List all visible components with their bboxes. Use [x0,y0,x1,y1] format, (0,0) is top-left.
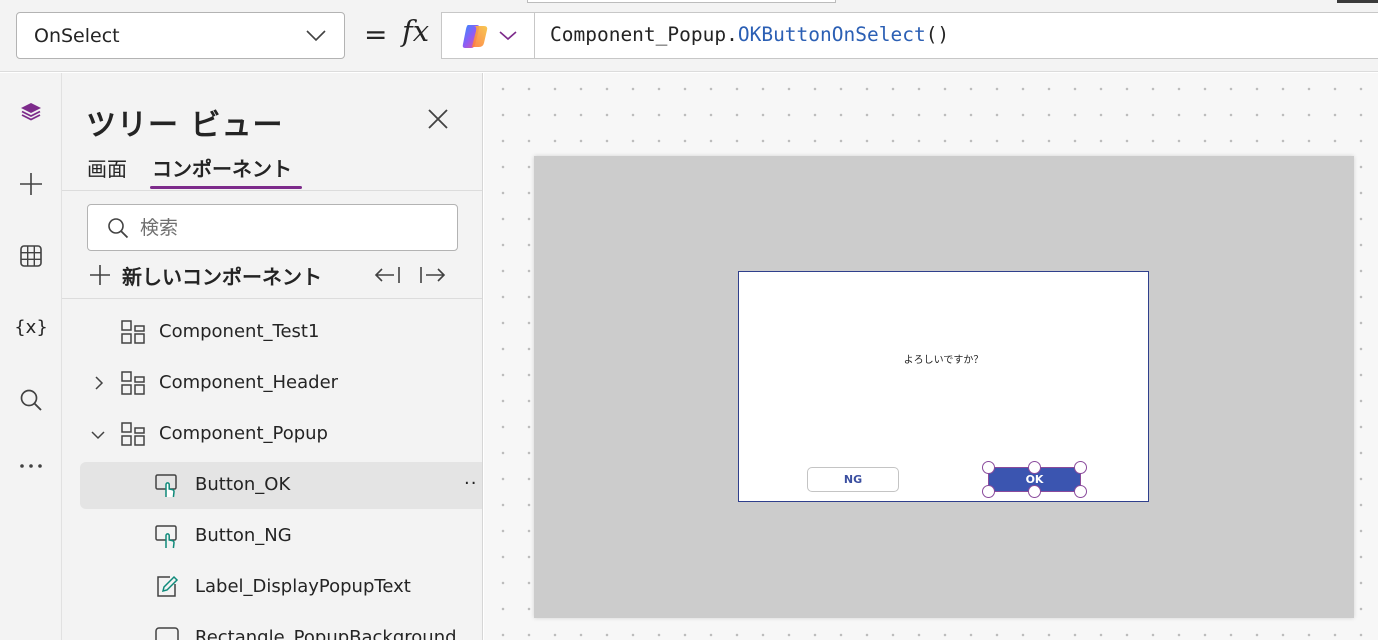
component-icon [121,320,145,344]
chevron-down-icon [498,30,517,40]
panel-title: ツリー ビュー [86,108,284,143]
property-dropdown[interactable]: OnSelect [16,12,345,59]
tree-item-component-header[interactable]: Component_Header [80,360,482,407]
fx-icon[interactable]: fx [402,14,429,48]
resize-handle-bottom-right[interactable] [1074,485,1087,498]
resize-handle-bottom[interactable] [1028,485,1041,498]
table-icon [20,245,42,267]
layers-icon [21,103,41,121]
chevron-down-icon[interactable] [91,428,105,442]
design-canvas[interactable]: よろしいですか？ NG OK [484,73,1378,640]
formula-input[interactable]: Component_Popup.OKButtonOnSelect() [441,12,1378,59]
tab-components[interactable]: コンポーネント [152,153,292,182]
expand-all-icon[interactable] [418,263,448,287]
resize-handle-top-right[interactable] [1074,461,1087,474]
chevron-down-icon [306,29,326,41]
tree-item-label-displaypopuptext[interactable]: Label_DisplayPopupText [80,564,482,611]
component-icon [121,371,145,395]
formula-object: Component_Popup. [550,23,738,46]
copilot-icon [462,24,487,48]
left-rail: {x} [0,73,62,640]
tree-item-component-test1[interactable]: Component_Test1 [80,309,482,356]
tree-item-label: Component_Header [159,372,339,393]
tree-item-component-popup[interactable]: Component_Popup [80,411,482,458]
divider [62,190,482,191]
more-options-icon[interactable]: ·· [464,473,477,494]
tree-item-label: Component_Popup [159,423,328,444]
toolbar-edge [527,0,836,3]
ng-button[interactable]: NG [807,467,899,492]
formula-args: () [925,23,950,46]
formula-text[interactable]: Component_Popup.OKButtonOnSelect() [550,23,949,46]
rail-variables[interactable]: {x} [0,307,62,347]
rail-data[interactable] [0,236,62,276]
plus-icon [20,173,42,195]
variables-icon: {x} [14,316,48,338]
resize-handle-top-left[interactable] [982,461,995,474]
search-icon [20,389,42,411]
toolbar-edge-dark [1337,0,1378,3]
tab-screens[interactable]: 画面 [87,153,127,182]
property-value: OnSelect [34,24,120,47]
tree-view-panel: ツリー ビュー 画面 コンポーネント 新しいコンポーネント Component_… [62,73,483,640]
collapse-all-icon[interactable] [372,263,402,287]
tree-item-label: Label_DisplayPopupText [195,576,411,597]
rail-more[interactable] [0,446,62,486]
tree-item-rectangle-popupbackground[interactable]: Rectangle_PopupBackground [80,615,482,640]
chevron-right-icon[interactable] [92,376,106,390]
tree-item-label: Rectangle_PopupBackground [195,627,457,640]
rail-tree-view[interactable] [0,92,62,132]
close-icon[interactable] [426,107,450,131]
divider [62,298,482,299]
button-icon [155,474,177,498]
rail-insert[interactable] [0,164,62,204]
resize-handle-top[interactable] [1028,461,1041,474]
plus-icon [90,265,110,285]
new-component-label: 新しいコンポーネント [122,264,322,289]
formula-bar: OnSelect = fx Component_Popup.OKButtonOn… [0,0,1378,72]
search-input[interactable] [140,216,440,239]
rail-search[interactable] [0,380,62,420]
tree-item-label: Button_OK [195,474,291,495]
popup-background[interactable]: よろしいですか？ NG OK [738,271,1149,502]
tree-item-button-ng[interactable]: Button_NG [80,513,482,560]
new-component-button[interactable]: 新しいコンポーネント [88,260,322,290]
label-icon [157,575,179,597]
active-tab-indicator [150,186,302,189]
popup-message[interactable]: よろしいですか？ [739,351,1148,366]
resize-handle-bottom-left[interactable] [982,485,995,498]
button-icon [155,525,177,549]
equals-sign: = [364,18,388,51]
copilot-button[interactable] [442,13,535,58]
formula-function: OKButtonOnSelect [737,23,926,46]
component-icon [121,422,145,446]
search-icon [108,217,129,238]
search-box[interactable] [87,204,458,251]
component-stage[interactable]: よろしいですか？ NG OK [534,156,1354,618]
tree-item-button-ok[interactable]: Button_OK ·· [80,462,482,509]
more-icon [20,464,42,468]
tree-item-label: Button_NG [195,525,292,546]
tree-item-label: Component_Test1 [159,321,320,342]
rectangle-icon [155,627,179,640]
